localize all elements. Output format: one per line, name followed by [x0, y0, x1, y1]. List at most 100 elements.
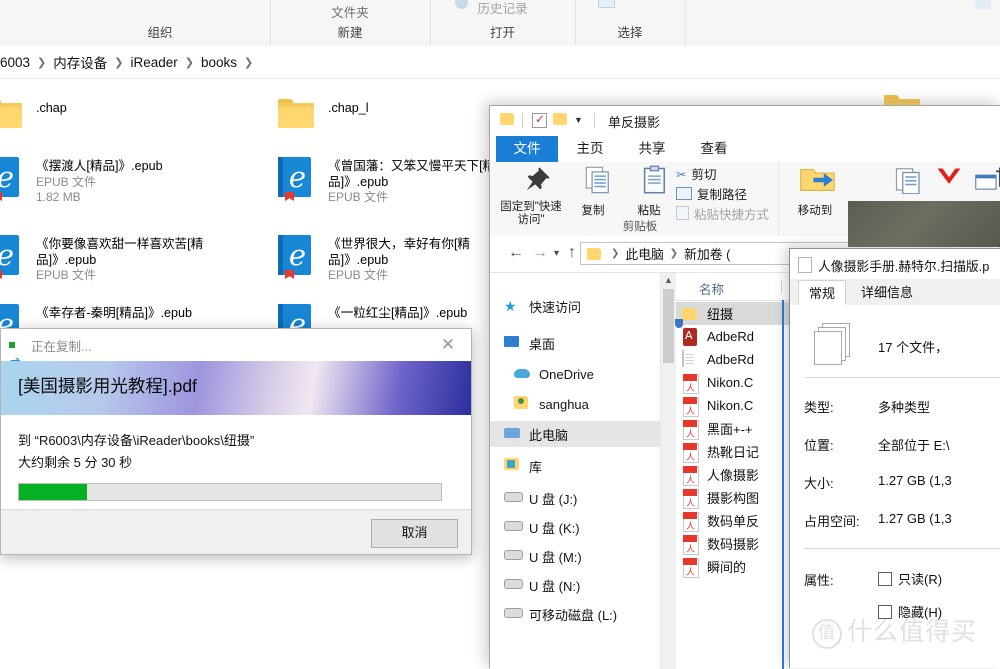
sidebar-item-onedrive[interactable]: OneDrive: [514, 361, 594, 387]
arrow-right-icon[interactable]: →: [532, 244, 548, 262]
navigation-pane-scrollbar[interactable]: ▲: [660, 273, 676, 669]
chevron-right-icon: ❯: [37, 56, 47, 69]
chevron-down-icon[interactable]: ▾: [554, 248, 559, 259]
file-name: 数码摄影: [707, 537, 760, 552]
sidebar-item-quick-access[interactable]: ★ 快速访问: [504, 293, 581, 319]
list-item[interactable]: e 《摆渡人[精品]》.epub EPUB 文件 1.82 MB: [0, 157, 163, 206]
tile-name: 《你要像喜欢甜一样喜欢苦[精品]》.epub: [36, 237, 204, 267]
pdf-icon: 人: [682, 465, 700, 486]
tile-name: .chap_l: [328, 101, 369, 115]
tab-file[interactable]: 文件: [496, 136, 558, 162]
column-divider[interactable]: [781, 280, 782, 293]
pin-to-quick-access-button[interactable]: 固定到"快速访问": [500, 165, 562, 226]
properties-dialog[interactable]: 人像摄影手册.赫特尔.扫描版.p 常规 详细信息 17 个文件， 类型: 多种类…: [789, 248, 1000, 668]
ribbon-group-new[interactable]: 文件夹 新建: [270, 0, 431, 45]
file-name: 瞬间的: [707, 560, 747, 575]
address-part-0[interactable]: 此电脑: [625, 244, 663, 263]
sidebar-item-removable-l[interactable]: 可移动磁盘 (L:): [504, 601, 617, 627]
arrow-up-icon[interactable]: ↑: [568, 244, 576, 262]
file-name: Nikon.C: [707, 398, 754, 413]
sidebar-item-usb-n[interactable]: U 盘 (N:): [504, 572, 580, 598]
breadcrumb-item-1[interactable]: 内存设备: [53, 52, 107, 72]
sidebar-item-library[interactable]: 库: [504, 453, 542, 479]
sidebar-item-usb-k[interactable]: U 盘 (K:): [504, 514, 580, 540]
ribbon-history-label: 历史记录: [477, 2, 528, 16]
chevron-right-icon: ❯: [184, 56, 194, 69]
move-to-button[interactable]: 移动到: [788, 165, 842, 217]
tile-type: EPUB 文件: [36, 268, 97, 282]
pdf-icon: 人: [682, 488, 700, 509]
breadcrumb[interactable]: 6003 ❯ 内存设备 ❯ iReader ❯ books ❯: [0, 46, 260, 78]
usb-drive-icon: [504, 490, 523, 506]
breadcrumb-item-0[interactable]: 6003: [0, 55, 30, 70]
pin-to-quick-access-label: 固定到"快速访问": [500, 201, 562, 226]
folder-icon: [587, 247, 601, 260]
checkbox-box[interactable]: [878, 571, 892, 586]
window-title: 单反摄影: [608, 115, 661, 130]
clipboard-group-label: 剪贴板: [622, 221, 658, 233]
breadcrumb-item-2[interactable]: iReader: [130, 55, 177, 70]
background-ribbon: 组织 文件夹 新建 历史记录 打开 选择: [0, 0, 1000, 47]
usb-drive-icon: [504, 548, 523, 564]
tab-home[interactable]: 主页: [560, 136, 620, 162]
usb-drive-icon: [504, 577, 523, 593]
cancel-button[interactable]: 取消: [371, 519, 458, 548]
pdf-icon: 人: [682, 534, 700, 555]
tab-details[interactable]: 详细信息: [848, 280, 926, 305]
ribbon-group-select[interactable]: 选择: [575, 0, 686, 45]
tab-share[interactable]: 共享: [622, 136, 682, 162]
sidebar-item-desktop[interactable]: 桌面: [504, 330, 555, 356]
paste-button[interactable]: 粘贴: [622, 165, 676, 217]
ribbon-group-open-label: 打开: [489, 26, 515, 40]
background-breadcrumb-bar[interactable]: 6003 ❯ 内存设备 ❯ iReader ❯ books ❯: [0, 46, 1000, 79]
cut-button[interactable]: ✂ 剪切: [676, 166, 717, 185]
list-item[interactable]: e 《你要像喜欢甜一样喜欢苦[精品]》.epub EPUB 文件: [0, 235, 236, 284]
close-icon[interactable]: ✕: [433, 333, 463, 357]
list-item[interactable]: .chap_l: [278, 99, 369, 145]
sidebar-item-sanghua[interactable]: sanghua: [514, 391, 589, 417]
scrollbar-thumb[interactable]: [663, 289, 674, 363]
arrow-left-icon[interactable]: ←: [508, 244, 524, 262]
ribbon-group-open[interactable]: 历史记录 打开: [430, 0, 576, 45]
folder-icon: [278, 99, 320, 145]
folder-icon[interactable]: [500, 113, 514, 128]
delete-icon: [937, 168, 961, 184]
chevron-up-icon[interactable]: ▲: [661, 273, 676, 288]
sidebar-item-usb-j[interactable]: U 盘 (J:): [504, 485, 577, 511]
quick-access-toolbar[interactable]: ✓ ▼ 单反摄影: [490, 106, 1000, 136]
sidebar-item-this-pc[interactable]: 此电脑: [490, 421, 660, 447]
readonly-label: 只读(R): [898, 572, 943, 587]
acrobat-icon: A: [675, 318, 700, 346]
desktop-icon: [504, 335, 523, 351]
ribbon-group-organize-label: 组织: [147, 26, 173, 40]
copy-progress-dialog[interactable]: ➔ 正在复制... ✕ [美国摄影用光教程].pdf 到 “R6003\内存设备…: [0, 328, 472, 555]
file-name: 黑面+-+: [707, 422, 753, 437]
cloud-icon: [514, 366, 533, 382]
readonly-checkbox[interactable]: 只读(R): [878, 569, 942, 588]
checkmark-icon[interactable]: ✓: [532, 113, 547, 131]
list-item[interactable]: .chap: [0, 99, 67, 145]
navigation-pane[interactable]: ★ 快速访问 桌面 OneDrive sanghua 此电脑 库 U 盘 (J:…: [490, 273, 660, 669]
breadcrumb-item-3[interactable]: books: [201, 55, 237, 70]
file-name: 纽摄: [707, 307, 734, 322]
move-to-label: 移动到: [797, 205, 833, 217]
address-part-1[interactable]: 新加卷 (: [684, 244, 730, 263]
copy-path-icon: [676, 187, 692, 200]
copy-button[interactable]: 复制: [566, 165, 620, 217]
field-value-size: 1.27 GB (1,3: [878, 473, 952, 488]
chevron-down-icon[interactable]: ▼: [574, 115, 583, 125]
properties-tabs[interactable]: 常规 详细信息: [790, 280, 1000, 306]
ribbon-tabs[interactable]: 文件 主页 共享 查看: [490, 136, 1000, 163]
copy-path-button[interactable]: 复制路径: [676, 186, 747, 205]
tab-general[interactable]: 常规: [798, 280, 846, 305]
tile-name: .chap: [36, 101, 67, 115]
tab-view[interactable]: 查看: [684, 136, 744, 162]
star-icon: ★: [504, 298, 517, 314]
sidebar-item-usb-m[interactable]: U 盘 (M:): [504, 543, 582, 569]
file-name: Nikon.C: [707, 375, 754, 390]
column-header-name[interactable]: 名称: [699, 279, 724, 298]
redaction-block: [848, 201, 1000, 247]
copy-arrow-icon: ➔: [9, 339, 27, 368]
ribbon-group-organize[interactable]: 组织: [50, 0, 271, 45]
folder-icon[interactable]: [553, 113, 567, 128]
